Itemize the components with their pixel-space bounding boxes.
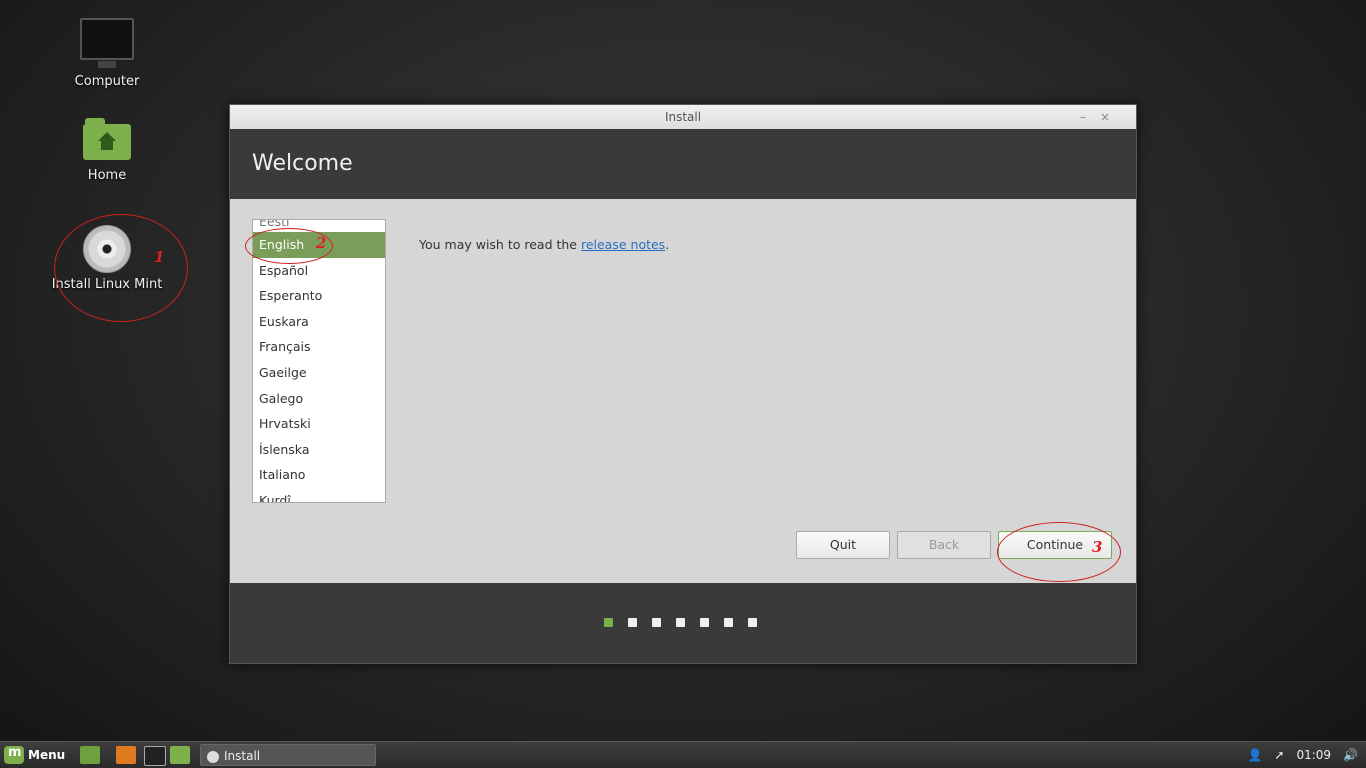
window-title: Install: [664, 110, 702, 124]
install-window: Install –× Welcome Eesti English Español…: [229, 104, 1137, 664]
annotation-number-1: 1: [154, 248, 165, 266]
language-item[interactable]: Íslenska: [253, 437, 385, 463]
welcome-message: You may wish to read the release notes.: [419, 237, 669, 252]
progress-dot: [748, 618, 757, 627]
welcome-content: Eesti English Español Esperanto Euskara …: [230, 199, 1136, 583]
annotation-circle-1: [54, 214, 188, 322]
menu-button[interactable]: Menu: [4, 745, 65, 765]
page-header: Welcome: [230, 129, 1136, 199]
user-icon[interactable]: 👤: [1247, 748, 1262, 762]
desktop-icon-label: Computer: [74, 74, 140, 89]
progress-dot: [724, 618, 733, 627]
volume-icon[interactable]: 🔊: [1343, 748, 1358, 762]
language-item[interactable]: Gaeilge: [253, 360, 385, 386]
language-item[interactable]: Français: [253, 334, 385, 360]
terminal-icon[interactable]: [144, 746, 166, 766]
computer-icon: [80, 18, 134, 68]
task-label: Install: [224, 749, 261, 763]
progress-footer: [230, 583, 1136, 663]
close-icon[interactable]: ×: [1100, 110, 1124, 124]
language-item[interactable]: Esperanto: [253, 283, 385, 309]
language-item[interactable]: Hrvatski: [253, 411, 385, 437]
progress-dot: [676, 618, 685, 627]
progress-dots: [604, 618, 757, 627]
welcome-text: You may wish to read the: [419, 237, 581, 252]
language-item[interactable]: Galego: [253, 386, 385, 412]
desktop-icon-computer[interactable]: Computer: [47, 18, 167, 89]
language-item[interactable]: Euskara: [253, 309, 385, 335]
clock[interactable]: 01:09: [1296, 748, 1331, 762]
welcome-text-end: .: [665, 237, 670, 252]
mint-logo-icon: [4, 745, 24, 764]
taskbar-window-install[interactable]: Install: [200, 744, 376, 766]
system-tray: 👤 ➚ 01:09 🔊: [1247, 742, 1358, 768]
annotation-number-2: 2: [316, 234, 327, 252]
release-notes-link[interactable]: release notes: [581, 237, 665, 252]
progress-dot: [652, 618, 661, 627]
network-icon[interactable]: ➚: [1274, 748, 1284, 762]
taskbar: Menu Install 👤 ➚ 01:09 🔊: [0, 741, 1366, 768]
show-desktop-icon[interactable]: [80, 746, 100, 764]
quit-button[interactable]: Quit: [796, 531, 890, 559]
home-folder-icon: [83, 118, 131, 160]
progress-dot: [700, 618, 709, 627]
minimize-icon[interactable]: –: [1080, 110, 1100, 124]
progress-dot: [628, 618, 637, 627]
page-title: Welcome: [252, 151, 353, 176]
desktop-icon-home[interactable]: Home: [47, 118, 167, 183]
annotation-number-3: 3: [1092, 538, 1103, 556]
language-item[interactable]: Kurdî: [253, 488, 385, 502]
files-icon[interactable]: [170, 746, 190, 764]
back-button[interactable]: Back: [897, 531, 991, 559]
language-item[interactable]: Italiano: [253, 462, 385, 488]
install-app-icon: [207, 750, 219, 763]
menu-label: Menu: [28, 748, 66, 762]
window-titlebar[interactable]: Install –×: [230, 105, 1136, 129]
firefox-icon[interactable]: [116, 746, 136, 764]
progress-dot: [604, 618, 613, 627]
desktop-icon-label: Home: [87, 168, 127, 183]
